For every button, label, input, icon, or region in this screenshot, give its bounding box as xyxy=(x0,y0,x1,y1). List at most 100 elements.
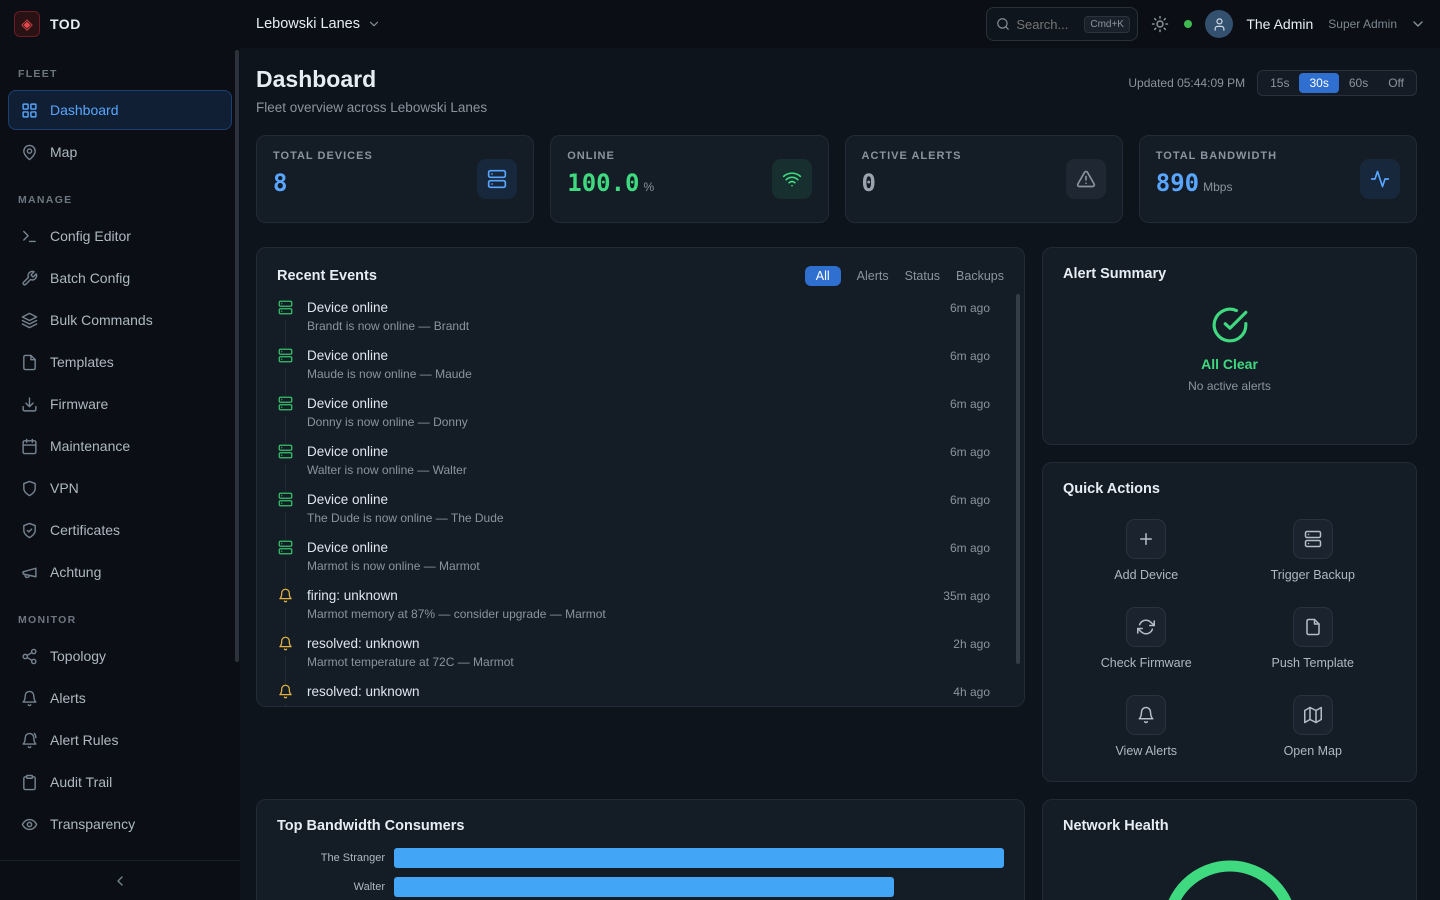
event-time: 4h ago xyxy=(953,685,990,699)
quick-action-push-template[interactable]: Push Template xyxy=(1230,607,1397,670)
recent-events-title: Recent Events xyxy=(277,268,377,284)
server-icon xyxy=(278,348,293,363)
tab-status[interactable]: Status xyxy=(905,269,940,283)
layers-icon xyxy=(21,312,38,329)
theme-toggle-button[interactable] xyxy=(1151,14,1171,34)
sidebar-item-vpn[interactable]: VPN xyxy=(8,468,232,508)
sidebar-item-label: Templates xyxy=(50,354,114,370)
event-detail: Marmot temperature at 72C — Marmot xyxy=(307,655,990,669)
sidebar-item-achtung[interactable]: Achtung xyxy=(8,552,232,592)
refresh-option-15s[interactable]: 15s xyxy=(1260,73,1299,93)
quick-action-view-alerts[interactable]: View Alerts xyxy=(1063,695,1230,758)
sidebar-item-firmware[interactable]: Firmware xyxy=(8,384,232,424)
refresh-option-off[interactable]: Off xyxy=(1378,73,1414,93)
event-row[interactable]: Device online6m ago Brandt is now online… xyxy=(277,300,1004,348)
sun-icon xyxy=(1151,15,1169,33)
sidebar-scrollbar[interactable] xyxy=(235,50,239,662)
alert-summary-card: Alert Summary All Clear No active alerts xyxy=(1042,247,1417,445)
tab-all[interactable]: All xyxy=(805,266,841,286)
event-title: Device online xyxy=(307,492,388,507)
event-row[interactable]: Device online6m ago Walter is now online… xyxy=(277,444,1004,492)
sidebar-item-config-editor[interactable]: Config Editor xyxy=(8,216,232,256)
recent-events-header: Recent Events All Alerts Status Backups xyxy=(277,266,1004,286)
quick-action-check-firmware[interactable]: Check Firmware xyxy=(1063,607,1230,670)
quick-action-label: Add Device xyxy=(1114,568,1178,582)
network-health-card: Network Health xyxy=(1042,799,1417,900)
sidebar-item-audit-trail[interactable]: Audit Trail xyxy=(8,762,232,802)
event-detail: Walter is now online — Walter xyxy=(307,463,990,477)
file-icon xyxy=(1293,607,1333,647)
megaphone-icon xyxy=(21,564,38,581)
sidebar-item-label: Bulk Commands xyxy=(50,312,153,328)
avatar[interactable] xyxy=(1205,10,1233,38)
bell-icon xyxy=(1126,695,1166,735)
refresh-interval-segment: 15s 30s 60s Off xyxy=(1257,70,1417,96)
sidebar-item-label: VPN xyxy=(50,480,79,496)
user-menu-chevron-icon[interactable] xyxy=(1410,16,1426,32)
sidebar-collapse-button[interactable] xyxy=(0,860,240,900)
refresh-option-60s[interactable]: 60s xyxy=(1339,73,1378,93)
updated-timestamp: Updated 05:44:09 PM xyxy=(1128,76,1245,90)
sidebar-item-templates[interactable]: Templates xyxy=(8,342,232,382)
sidebar-item-maintenance[interactable]: Maintenance xyxy=(8,426,232,466)
event-row[interactable]: Device online6m ago The Dude is now onli… xyxy=(277,492,1004,540)
refresh-option-30s[interactable]: 30s xyxy=(1299,73,1338,93)
event-row[interactable]: resolved: unknown4h ago xyxy=(277,684,1004,707)
alert-status-text: All Clear xyxy=(1201,356,1258,372)
alert-detail-text: No active alerts xyxy=(1188,379,1271,393)
event-row[interactable]: resolved: unknown2h ago Marmot temperatu… xyxy=(277,636,1004,684)
search-input[interactable] xyxy=(1016,17,1078,32)
tab-alerts[interactable]: Alerts xyxy=(857,269,889,283)
bandwidth-bar-track xyxy=(394,848,1004,868)
right-column: Alert Summary All Clear No active alerts… xyxy=(1042,247,1417,900)
search-shortcut-badge: Cmd+K xyxy=(1084,16,1130,33)
sidebar-item-label: Certificates xyxy=(50,522,120,538)
stat-value: 0 xyxy=(862,169,962,197)
event-row[interactable]: Device online6m ago Maude is now online … xyxy=(277,348,1004,396)
event-title: Device online xyxy=(307,396,388,411)
bell-icon xyxy=(278,588,293,603)
event-row[interactable]: Device online6m ago Donny is now online … xyxy=(277,396,1004,444)
event-time: 6m ago xyxy=(950,541,990,555)
events-scrollbar[interactable] xyxy=(1016,294,1020,664)
quick-action-trigger-backup[interactable]: Trigger Backup xyxy=(1230,519,1397,582)
org-selector[interactable]: Lebowski Lanes xyxy=(240,16,381,32)
event-content: Device online6m ago Walter is now online… xyxy=(307,444,1004,492)
sidebar-item-map[interactable]: Map xyxy=(8,132,232,172)
quick-action-open-map[interactable]: Open Map xyxy=(1230,695,1397,758)
event-timeline xyxy=(277,396,293,444)
bell-icon xyxy=(21,690,38,707)
stat-card-online: ONLINE 100.0% xyxy=(550,135,828,223)
quick-action-add-device[interactable]: Add Device xyxy=(1063,519,1230,582)
sidebar-item-certificates[interactable]: Certificates xyxy=(8,510,232,550)
event-title: firing: unknown xyxy=(307,588,398,603)
stat-text: TOTAL BANDWIDTH 890Mbps xyxy=(1156,150,1277,208)
search-box[interactable]: Cmd+K xyxy=(986,7,1138,41)
sidebar-section-fleet: FLEET xyxy=(0,48,240,88)
alert-summary-title: Alert Summary xyxy=(1063,266,1396,282)
event-title: Device online xyxy=(307,300,388,315)
check-circle-icon xyxy=(1211,306,1249,344)
brand: ◈ TOD xyxy=(0,11,240,37)
sidebar-item-bulk-commands[interactable]: Bulk Commands xyxy=(8,300,232,340)
sidebar-item-batch-config[interactable]: Batch Config xyxy=(8,258,232,298)
stat-value: 100.0% xyxy=(567,169,654,197)
server-icon xyxy=(278,444,293,459)
sidebar-item-label: Topology xyxy=(50,648,106,664)
sidebar-item-alert-rules[interactable]: Alert Rules xyxy=(8,720,232,760)
event-row[interactable]: firing: unknown35m ago Marmot memory at … xyxy=(277,588,1004,636)
sidebar-item-alerts[interactable]: Alerts xyxy=(8,678,232,718)
alert-summary-body: All Clear No active alerts xyxy=(1063,306,1396,393)
sidebar-item-transparency[interactable]: Transparency xyxy=(8,804,232,844)
event-timeline xyxy=(277,492,293,540)
sidebar-item-label: Transparency xyxy=(50,816,135,832)
tab-backups[interactable]: Backups xyxy=(956,269,1004,283)
timeline-connector xyxy=(285,560,286,588)
sidebar: FLEET Dashboard Map MANAGE Config Editor… xyxy=(0,48,240,900)
event-row[interactable]: Device online6m ago Marmot is now online… xyxy=(277,540,1004,588)
sidebar-item-dashboard[interactable]: Dashboard xyxy=(8,90,232,130)
timeline-connector xyxy=(285,656,286,684)
sidebar-item-topology[interactable]: Topology xyxy=(8,636,232,676)
event-content: Device online6m ago Marmot is now online… xyxy=(307,540,1004,588)
sidebar-item-label: Achtung xyxy=(50,564,101,580)
